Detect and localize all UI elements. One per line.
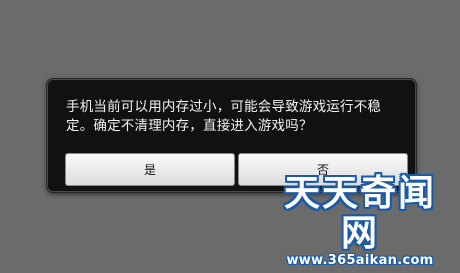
watermark-url: www.365aikan.com <box>286 253 434 268</box>
yes-button[interactable]: 是 <box>65 153 235 186</box>
watermark-logo: 天天奇闻网 <box>283 172 436 254</box>
dialog-message: 手机当前可以用内存过小，可能会导致游戏运行不稳定。确定不清理内存，直接进入游戏吗… <box>66 99 382 134</box>
site-watermark: 天天奇闻网 www.365aikan.com <box>270 173 450 269</box>
